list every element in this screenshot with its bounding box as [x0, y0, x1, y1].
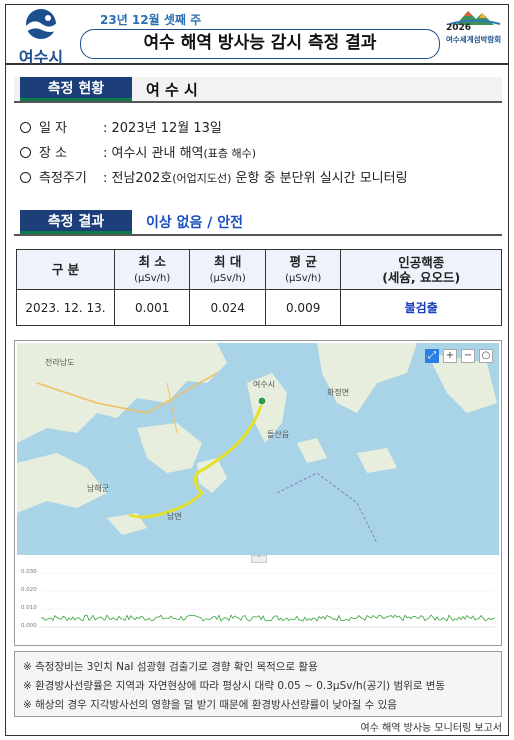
header-avg: 평 균 (μSv/h): [264, 249, 342, 290]
table-header-row: 구 분 최 소 (μSv/h) 최 대 (μSv/h) 평 균 (μSv/h) 인공핵…: [16, 249, 502, 290]
result-section: 측정 결과 이상 없음 / 안전: [14, 210, 502, 236]
header-max: 최 대 (μSv/h): [189, 249, 266, 290]
map-controls: ⤢ + − ○: [425, 349, 493, 363]
map-label: 남해군: [87, 484, 110, 493]
report-page: 여수시 23년 12월 셋째 주 여수 해역 방사능 감시 측정 결과 2026…: [5, 4, 509, 736]
map-label: 전라남도: [45, 358, 75, 367]
map-panel: 전라남도 여수시 남해군 돌산읍 화정면 남면 ⤢ + − ○ ⌃ 0.030 …: [14, 340, 502, 646]
cell-date: 2023. 12. 13.: [16, 289, 115, 326]
report-subtitle: 23년 12월 셋째 주: [100, 13, 202, 27]
table-row: 2023. 12. 13. 0.001 0.024 0.009 불검출: [16, 289, 502, 326]
dose-rate-plot: 0.030 0.020 0.010 0.000: [17, 563, 499, 643]
dose-rate-line: [40, 614, 496, 622]
vessel-marker-icon: [257, 396, 267, 406]
status-section-label: 측정 현황: [20, 77, 132, 101]
info-cycle: 측정주기: 전남202호(어업지도선) 운항 중 분단위 실시간 모니터링: [20, 167, 408, 186]
expo-year: 2026: [446, 23, 472, 33]
result-section-value: 이상 없음 / 안전: [146, 215, 244, 231]
report-header: 여수시 23년 12월 셋째 주 여수 해역 방사능 감시 측정 결과 2026…: [6, 5, 508, 67]
title-box: 23년 12월 셋째 주 여수 해역 방사능 감시 측정 결과: [80, 9, 440, 61]
circle-bullet-icon: [20, 147, 31, 158]
expo-name: 여수세계섬박람회: [446, 35, 502, 44]
note-item: ※ 환경방사선량률은 지역과 자연현상에 따라 평상시 대략 0.05 ~ 0.…: [23, 680, 446, 692]
fullscreen-icon[interactable]: ⤢: [425, 349, 439, 363]
result-table: 구 분 최 소 (μSv/h) 최 대 (μSv/h) 평 균 (μSv/h) 인공핵…: [16, 249, 502, 326]
result-section-label: 측정 결과: [20, 210, 132, 234]
wave-emblem-icon: [26, 9, 58, 39]
info-location: 장 소: 여수시 관내 해역(표층 해수): [20, 142, 256, 161]
map-label: 화정면: [327, 388, 350, 397]
circle-bullet-icon: [20, 122, 31, 133]
status-section-value: 여 수 시: [146, 81, 198, 99]
status-section: 측정 현황 여 수 시: [14, 77, 502, 103]
cell-max: 0.024: [189, 289, 266, 326]
cell-avg: 0.009: [264, 289, 342, 326]
zoom-out-icon[interactable]: −: [461, 349, 475, 363]
city-logo-text: 여수시: [18, 48, 64, 67]
note-item: ※ 해상의 경우 지각방사선의 영향을 덜 받기 때문에 환경방사선량률이 낮아…: [23, 699, 397, 711]
route-map[interactable]: 전라남도 여수시 남해군 돌산읍 화정면 남면 ⤢ + − ○: [17, 343, 499, 555]
zoom-in-icon[interactable]: +: [443, 349, 457, 363]
map-svg: [17, 343, 497, 544]
header-min: 최 소 (μSv/h): [113, 249, 191, 290]
layers-icon[interactable]: ○: [479, 349, 493, 363]
map-label: 남면: [167, 512, 182, 521]
panel-resize-handle[interactable]: ⌃: [251, 555, 267, 563]
notes-box: ※ 측정장비는 3인치 NaI 섬광형 검출기로 경향 확인 목적으로 활용 ※…: [14, 651, 502, 717]
map-label: 여수시: [253, 380, 276, 389]
report-footer: 여수 해역 방사능 모니터링 보고서: [360, 723, 502, 734]
expo-logo: 2026 여수세계섬박람회: [446, 9, 504, 61]
map-label: 돌산읍: [267, 430, 290, 439]
yeosu-city-logo: 여수시: [12, 8, 70, 67]
circle-bullet-icon: [20, 172, 31, 183]
report-title: 여수 해역 방사능 감시 측정 결과: [80, 29, 440, 59]
header-category: 구 분: [16, 249, 115, 290]
cell-min: 0.001: [113, 289, 191, 326]
vessel-track: [128, 402, 264, 519]
info-date: 일 자: 2023년 12월 13일: [20, 117, 222, 136]
header-artificial-nuclide: 인공핵종 (세슘, 요오드): [340, 249, 502, 290]
plot-svg: [40, 572, 496, 628]
note-item: ※ 측정장비는 3인치 NaI 섬광형 검출기로 경향 확인 목적으로 활용: [23, 661, 318, 673]
cell-nuclide: 불검출: [340, 289, 502, 326]
